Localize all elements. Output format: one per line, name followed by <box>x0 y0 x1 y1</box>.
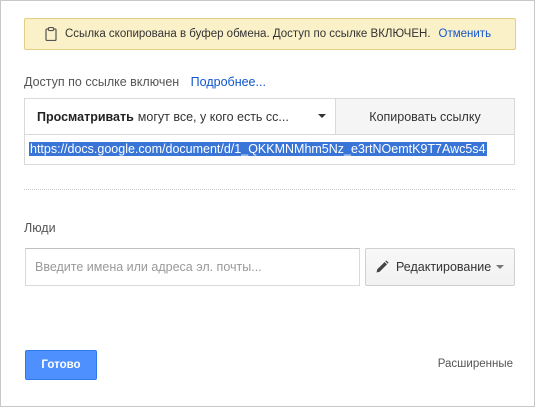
access-role-label: Просматривать <box>37 109 134 124</box>
share-url-field[interactable]: https://docs.google.com/document/d/1_QKK… <box>29 140 510 158</box>
share-url-text: https://docs.google.com/document/d/1_QKK… <box>29 142 487 156</box>
people-input-placeholder: Введите имена или адреса эл. почты... <box>35 260 262 274</box>
link-sharing-status: Доступ по ссылке включен Подробнее... <box>24 75 266 89</box>
link-permission-box: Просматривать могут все, у кого есть сс.… <box>24 98 515 165</box>
advanced-link[interactable]: Расширенные <box>438 358 513 370</box>
divider <box>24 189 515 190</box>
link-sharing-label: Доступ по ссылке включен <box>24 75 180 89</box>
chevron-down-icon <box>496 265 505 269</box>
edit-permission-label: Редактирование <box>396 260 492 274</box>
people-label: Люди <box>24 221 56 235</box>
pencil-icon <box>375 260 389 274</box>
edit-permission-dropdown[interactable]: Редактирование <box>365 248 515 286</box>
copy-link-button[interactable]: Копировать ссылку <box>336 99 514 134</box>
share-dialog: Ссылка скопирована в буфер обмена. Досту… <box>0 0 535 407</box>
access-audience-text: могут все, у кого есть сс... <box>137 109 289 124</box>
undo-link[interactable]: Отменить <box>439 28 492 40</box>
clipboard-icon <box>45 27 57 41</box>
chevron-down-icon <box>318 114 326 118</box>
done-button[interactable]: Готово <box>25 350 97 380</box>
people-input[interactable]: Введите имена или адреса эл. почты... <box>25 248 360 286</box>
link-access-dropdown[interactable]: Просматривать могут все, у кого есть сс.… <box>25 99 336 134</box>
permission-row: Просматривать могут все, у кого есть сс.… <box>25 99 514 135</box>
learn-more-link[interactable]: Подробнее... <box>191 75 266 89</box>
notice-message: Ссылка скопирована в буфер обмена. Досту… <box>65 28 431 40</box>
copied-notice: Ссылка скопирована в буфер обмена. Досту… <box>24 18 516 50</box>
